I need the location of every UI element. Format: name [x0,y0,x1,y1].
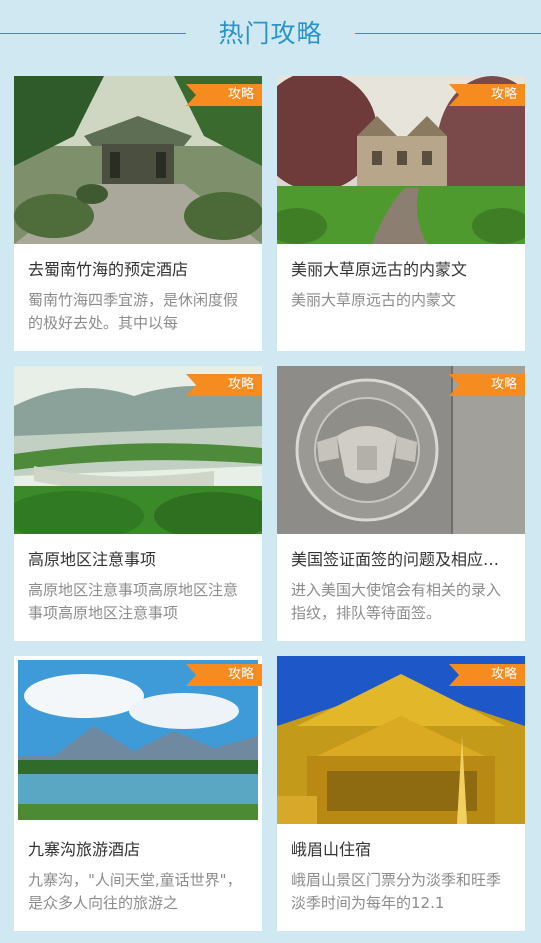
card-thumbnail[interactable]: 攻略 [277,76,525,244]
card-description: 美丽大草原远古的内蒙文 [291,291,457,309]
guide-tag: 攻略 [449,374,525,396]
card-title[interactable]: 去蜀南竹海的预定酒店 [28,256,248,278]
header-divider-right [355,33,541,34]
guide-tag: 攻略 [186,84,262,106]
card-title[interactable]: 高原地区注意事项 [28,546,248,568]
card-title[interactable]: 峨眉山住宿 [291,836,511,858]
card-thumbnail[interactable]: 攻略 [14,76,262,244]
guide-tag: 攻略 [186,374,262,396]
card-title[interactable]: 美丽大草原远古的内蒙文 [291,256,511,278]
card-description: 进入美国大使馆会有相关的录入指纹，排队等待面签。 [291,581,502,622]
guide-tag: 攻略 [449,84,525,106]
card-description: 高原地区注意事项高原地区注意事项高原地区注意事项 [28,581,239,622]
section-header: 热门攻略 [0,0,541,68]
guide-card[interactable]: 攻略 高原地区注意事项 高原地区注意事项高原地区注意事项高原地区注意事项 [14,366,262,641]
guide-card[interactable]: 攻略 九寨沟旅游酒店 九寨沟，"人间天堂,童话世界"，是众多人向往的旅游之 [14,656,262,931]
card-thumbnail[interactable]: 攻略 [14,366,262,534]
card-description: 九寨沟，"人间天堂,童话世界"，是众多人向往的旅游之 [28,871,242,912]
guide-grid: 攻略 去蜀南竹海的预定酒店 蜀南竹海四季宜游，是休闲度假的极好去处。其中以每 攻… [14,76,525,931]
guide-card[interactable]: 攻略 美丽大草原远古的内蒙文 美丽大草原远古的内蒙文 [277,76,525,351]
card-title[interactable]: 美国签证面签的问题及相应… [291,546,511,568]
card-title[interactable]: 九寨沟旅游酒店 [28,836,248,858]
card-thumbnail[interactable]: 攻略 [277,366,525,534]
guide-card[interactable]: 攻略 峨眉山住宿 峨眉山景区门票分为淡季和旺季 淡季时间为每年的12.1 [277,656,525,931]
card-description: 蜀南竹海四季宜游，是休闲度假的极好去处。其中以每 [28,291,239,332]
card-description: 峨眉山景区门票分为淡季和旺季 淡季时间为每年的12.1 [291,871,502,912]
card-thumbnail[interactable]: 攻略 [277,656,525,824]
guide-card[interactable]: 攻略 去蜀南竹海的预定酒店 蜀南竹海四季宜游，是休闲度假的极好去处。其中以每 [14,76,262,351]
section-title: 热门攻略 [218,19,323,48]
guide-tag: 攻略 [449,664,525,686]
guide-card[interactable]: 攻略 美国签证面签的问题及相应… 进入美国大使馆会有相关的录入指纹，排队等待面签… [277,366,525,641]
card-thumbnail[interactable]: 攻略 [14,656,262,824]
guide-tag: 攻略 [186,664,262,686]
